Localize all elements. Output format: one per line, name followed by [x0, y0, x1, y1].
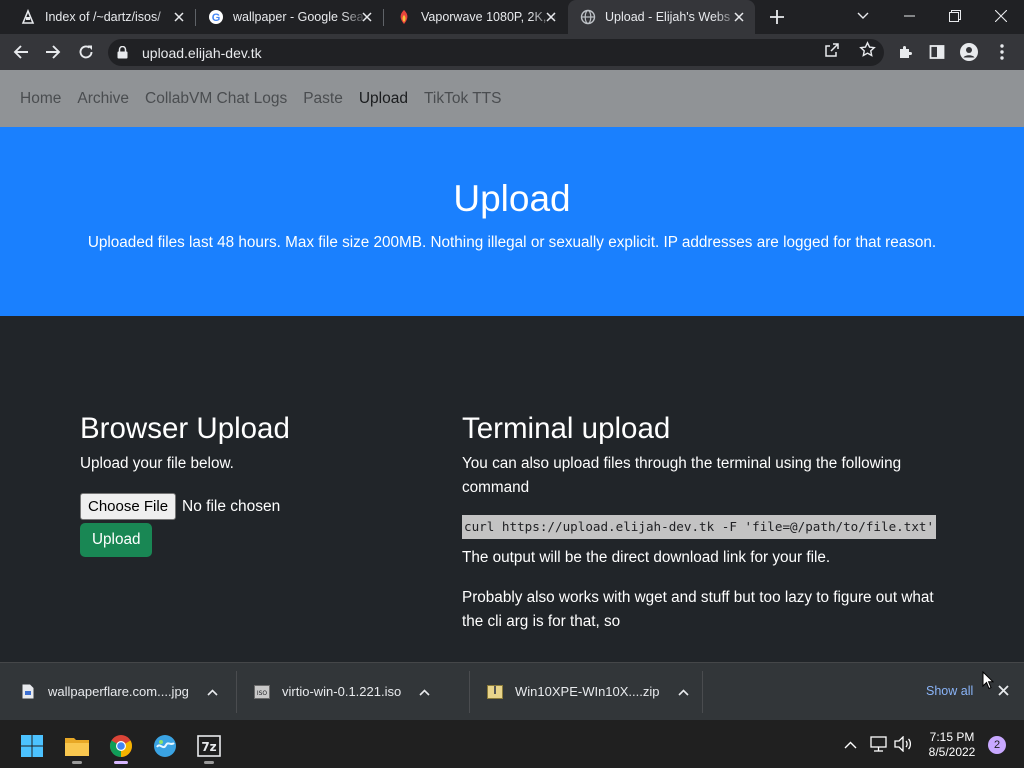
- show-all-downloads-link[interactable]: Show all: [926, 684, 973, 698]
- omnibox-actions: [820, 41, 880, 63]
- notification-badge[interactable]: 2: [988, 736, 1006, 754]
- globe-favicon-icon: [580, 9, 596, 25]
- file-explorer-icon[interactable]: [59, 728, 95, 764]
- chevron-up-icon[interactable]: [419, 684, 430, 699]
- download-shelf: wallpaperflare.com....jpg ISO virtio-win…: [0, 662, 1024, 720]
- tab-strip: Index of /~dartz/isos/ G wallpaper - Goo…: [0, 0, 1024, 34]
- network-icon[interactable]: [870, 736, 887, 757]
- page-title: Upload: [453, 178, 571, 219]
- download-filename: Win10XPE-WIn10X....zip: [515, 684, 660, 699]
- iso-file-icon: ISO: [254, 684, 270, 700]
- download-item-jpg[interactable]: wallpaperflare.com....jpg: [20, 663, 218, 720]
- hero-banner: Upload Uploaded files last 48 hours. Max…: [0, 127, 1024, 316]
- svg-text:ISO: ISO: [257, 690, 268, 697]
- tray-overflow-chevron-icon[interactable]: [844, 736, 857, 754]
- new-tab-plus-icon[interactable]: [766, 6, 788, 28]
- extensions-puzzle-icon[interactable]: [892, 38, 920, 66]
- upload-button[interactable]: Upload: [80, 523, 153, 557]
- address-bar[interactable]: upload.elijah-dev.tk: [108, 39, 884, 66]
- download-item-iso[interactable]: ISO virtio-win-0.1.221.iso: [254, 663, 430, 720]
- download-item-zip[interactable]: Win10XPE-WIn10X....zip: [487, 663, 689, 720]
- close-tab-icon[interactable]: [543, 9, 559, 25]
- restore-icon[interactable]: [932, 0, 978, 32]
- nav-paste[interactable]: Paste: [303, 90, 343, 108]
- upload-section: Browser Upload Upload your file below. C…: [0, 316, 1024, 662]
- wallpaperflare-favicon-icon: [396, 9, 412, 25]
- image-file-icon: [20, 684, 36, 700]
- clock-time: 7:15 PM: [929, 730, 975, 744]
- wget-note: Probably also works with wget and stuff …: [462, 589, 934, 630]
- tab-google-search[interactable]: G wallpaper - Google Sea: [196, 0, 383, 34]
- lock-icon[interactable]: [117, 45, 128, 64]
- 7zip-icon[interactable]: 7z: [191, 728, 227, 764]
- chevron-up-icon[interactable]: [207, 684, 218, 699]
- server-favicon-icon: [20, 9, 36, 25]
- reload-icon[interactable]: [72, 38, 100, 66]
- url-text[interactable]: upload.elijah-dev.tk: [142, 45, 262, 61]
- close-tab-icon[interactable]: [359, 9, 375, 25]
- nav-archive[interactable]: Archive: [77, 90, 129, 108]
- nav-upload[interactable]: Upload: [359, 90, 408, 108]
- chrome-icon[interactable]: [103, 728, 139, 764]
- choose-file-button[interactable]: Choose File: [80, 493, 177, 520]
- browser-upload-text: Upload your file below.: [80, 455, 234, 472]
- tab-search-chevron-icon[interactable]: [840, 0, 886, 32]
- svg-text:7z: 7z: [201, 740, 216, 754]
- terminal-upload-column: Terminal upload You can also upload file…: [462, 412, 962, 634]
- output-note: The output will be the direct download l…: [462, 549, 831, 566]
- file-input: Choose File No file chosen: [80, 493, 420, 520]
- forward-arrow-icon[interactable]: [39, 38, 67, 66]
- side-panel-icon[interactable]: [923, 38, 951, 66]
- windows-start-icon[interactable]: [14, 728, 50, 764]
- tab-dartz-isos[interactable]: Index of /~dartz/isos/: [8, 0, 195, 34]
- close-tab-icon[interactable]: [171, 9, 187, 25]
- tab-vaporwave[interactable]: Vaporwave 1080P, 2K, 4: [384, 0, 567, 34]
- share-page-icon[interactable]: [824, 42, 840, 63]
- download-filename: virtio-win-0.1.221.iso: [282, 684, 402, 699]
- clock-date: 8/5/2022: [928, 745, 976, 759]
- nav-home[interactable]: Home: [20, 90, 61, 108]
- close-download-shelf-icon[interactable]: [998, 683, 1009, 701]
- nav-collabvm-chat-logs[interactable]: CollabVM Chat Logs: [145, 90, 287, 108]
- upload-rules: Uploaded files last 48 hours. Max file s…: [87, 234, 937, 251]
- minimize-icon[interactable]: [886, 0, 932, 32]
- terminal-upload-text: You can also upload files through the te…: [462, 455, 902, 496]
- site-navbar: Home Archive CollabVM Chat Logs Paste Up…: [0, 70, 1024, 127]
- tab-upload-active[interactable]: Upload - Elijah's Webs: [568, 0, 755, 34]
- browser-upload-column: Browser Upload Upload your file below. C…: [80, 412, 420, 557]
- svg-text:G: G: [212, 12, 221, 24]
- system-clock[interactable]: 7:15 PM 8/5/2022: [920, 730, 984, 760]
- curl-command: curl https://upload.elijah-dev.tk -F 'fi…: [462, 515, 937, 539]
- close-window-icon[interactable]: [978, 0, 1024, 32]
- collabvm-app-icon[interactable]: [147, 728, 183, 764]
- nav-tiktok-tts[interactable]: TikTok TTS: [424, 90, 502, 108]
- profile-avatar-icon[interactable]: [955, 38, 983, 66]
- chevron-up-icon[interactable]: [677, 684, 689, 699]
- web-page: Home Archive CollabVM Chat Logs Paste Up…: [0, 70, 1024, 662]
- download-filename: wallpaperflare.com....jpg: [48, 684, 189, 699]
- close-tab-icon[interactable]: [731, 9, 747, 25]
- zip-file-icon: [487, 684, 503, 700]
- back-arrow-icon[interactable]: [7, 38, 35, 66]
- volume-icon[interactable]: [894, 735, 912, 757]
- terminal-upload-heading: Terminal upload: [462, 412, 671, 445]
- google-favicon-icon: G: [208, 9, 224, 25]
- no-file-chosen-label: No file chosen: [182, 497, 281, 515]
- menu-kebab-icon[interactable]: [988, 38, 1016, 66]
- star-icon[interactable]: [859, 41, 876, 63]
- browser-upload-heading: Browser Upload: [80, 412, 290, 445]
- mouse-cursor-icon: [982, 670, 995, 695]
